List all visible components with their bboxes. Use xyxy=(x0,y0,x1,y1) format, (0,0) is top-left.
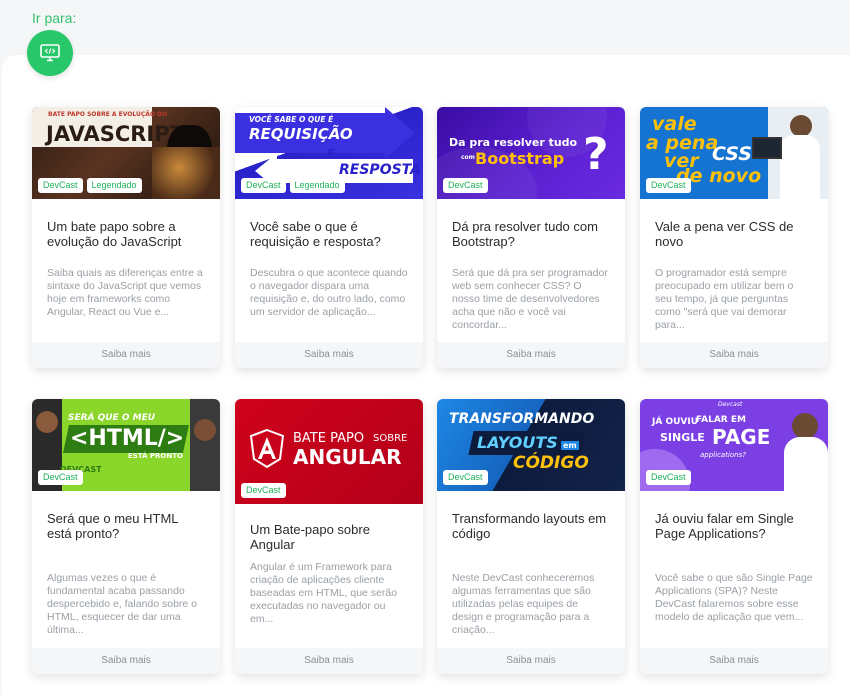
course-card-bootstrap[interactable]: Da pra resolver tudo com Bootstrap ? Dev… xyxy=(437,107,625,368)
card-title[interactable]: Um Bate-papo sobre Angular xyxy=(250,522,408,557)
card-title[interactable]: Você sabe o que é requisição e resposta? xyxy=(250,219,408,254)
card-thumbnail: SERÁ QUE O MEU <HTML/> ESTÁ PRONTO DEVCA… xyxy=(32,399,220,491)
course-card-spa[interactable]: Devcast JÁ OUVIU FALAR EM SINGLE PAGE ap… xyxy=(640,399,828,674)
saiba-mais-link[interactable]: Saiba mais xyxy=(235,648,423,674)
card-thumbnail: vale a pena ver CSS de novo DevCast xyxy=(640,107,828,199)
card-description: Será que dá pra ser programador web sem … xyxy=(452,267,608,331)
card-thumbnail: BATE PAPO SOBRE ANGULAR DevCast xyxy=(235,399,423,504)
card-title[interactable]: Dá pra resolver tudo com Bootstrap? xyxy=(452,219,610,254)
card-description: O programador está sempre preocupado em … xyxy=(655,267,794,331)
saiba-mais-link[interactable]: Saiba mais xyxy=(437,648,625,674)
angular-logo-icon xyxy=(249,429,285,469)
card-title[interactable]: Transformando layouts em código xyxy=(452,511,610,546)
course-card-javascript[interactable]: BATE PAPO SOBRE A EVOLUÇÃO DO JAVASCRIPT… xyxy=(32,107,220,368)
tag-devcast: DevCast xyxy=(646,470,691,485)
card-title[interactable]: Um bate papo sobre a evolução do JavaScr… xyxy=(47,219,205,254)
tag-legendado: Legendado xyxy=(289,178,345,193)
course-card-angular[interactable]: BATE PAPO SOBRE ANGULAR DevCast Um Bate-… xyxy=(235,399,423,674)
card-description: Você sabe o que são Single Page Applicat… xyxy=(655,572,813,623)
card-thumbnail: VOCÊ SABE O QUE É REQUISIÇÃO E RESPOSTA?… xyxy=(235,107,423,199)
tag-devcast: DevCast xyxy=(38,470,83,485)
course-card-html[interactable]: SERÁ QUE O MEU <HTML/> ESTÁ PRONTO DEVCA… xyxy=(32,399,220,674)
card-description: Angular é um Framework para criação de a… xyxy=(250,561,398,625)
course-card-requisicao[interactable]: VOCÊ SABE O QUE É REQUISIÇÃO E RESPOSTA?… xyxy=(235,107,423,368)
card-thumbnail: Devcast JÁ OUVIU FALAR EM SINGLE PAGE ap… xyxy=(640,399,828,491)
card-title[interactable]: Já ouviu falar em Single Page Applicatio… xyxy=(655,511,813,546)
card-thumbnail: Da pra resolver tudo com Bootstrap ? Dev… xyxy=(437,107,625,199)
card-description: Descubra o que acontece quando o navegad… xyxy=(250,267,408,318)
saiba-mais-link[interactable]: Saiba mais xyxy=(640,648,828,674)
card-description: Neste DevCast conheceremos algumas ferra… xyxy=(452,572,595,636)
card-title[interactable]: Será que o meu HTML está pronto? xyxy=(47,511,205,546)
tag-devcast: DevCast xyxy=(443,178,488,193)
card-thumbnail: BATE PAPO SOBRE A EVOLUÇÃO DO JAVASCRIPT… xyxy=(32,107,220,199)
card-title[interactable]: Vale a pena ver CSS de novo xyxy=(655,219,813,254)
course-card-css[interactable]: vale a pena ver CSS de novo DevCast Vale… xyxy=(640,107,828,368)
goto-label: Ir para: xyxy=(32,10,77,26)
tag-devcast: DevCast xyxy=(241,483,286,498)
goto-code-button[interactable] xyxy=(27,30,73,76)
tag-legendado: Legendado xyxy=(86,178,142,193)
saiba-mais-link[interactable]: Saiba mais xyxy=(32,342,220,368)
saiba-mais-link[interactable]: Saiba mais xyxy=(235,342,423,368)
card-description: Saiba quais as diferenças entre a sintax… xyxy=(47,267,203,318)
saiba-mais-link[interactable]: Saiba mais xyxy=(640,342,828,368)
monitor-code-icon xyxy=(40,44,60,62)
course-card-layouts[interactable]: TRANSFORMANDO LAYOUTS em CÓDIGO DevCast … xyxy=(437,399,625,674)
saiba-mais-link[interactable]: Saiba mais xyxy=(437,342,625,368)
tag-devcast: DevCast xyxy=(443,470,488,485)
card-description: Algumas vezes o que é fundamental acaba … xyxy=(47,572,198,636)
saiba-mais-link[interactable]: Saiba mais xyxy=(32,648,220,674)
tag-devcast: DevCast xyxy=(241,178,286,193)
card-thumbnail: TRANSFORMANDO LAYOUTS em CÓDIGO DevCast xyxy=(437,399,625,491)
tag-devcast: DevCast xyxy=(646,178,691,193)
tag-devcast: DevCast xyxy=(38,178,83,193)
